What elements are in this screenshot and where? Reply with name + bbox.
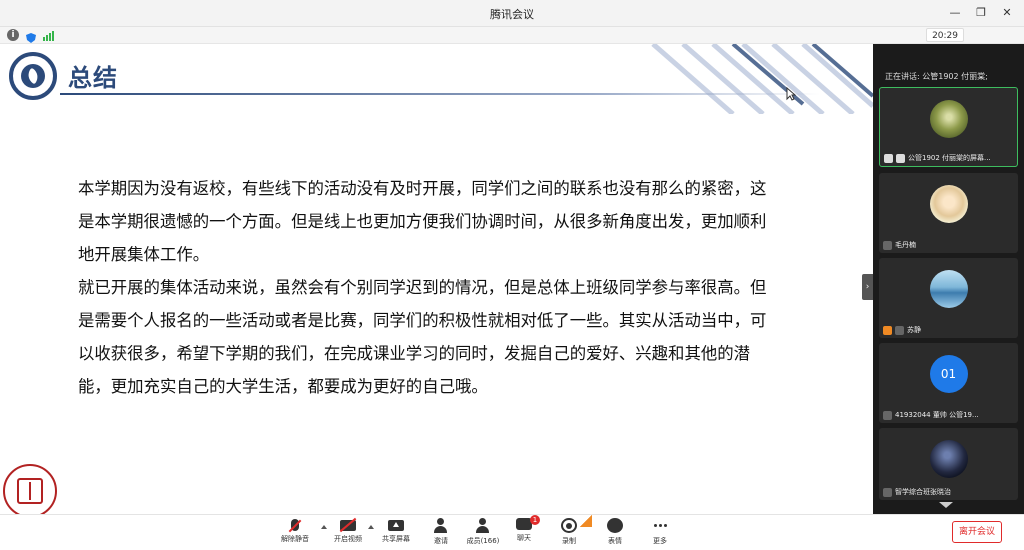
mic-muted-icon bbox=[883, 241, 892, 250]
participant-label: 毛丹楠 bbox=[883, 240, 1014, 251]
members-button[interactable]: 成员(166) bbox=[461, 518, 505, 550]
slide-paragraph: 就已开展的集体活动来说，虽然会有个别同学迟到的情况，但是总体上班级同学参与率很高… bbox=[78, 278, 767, 396]
avatar bbox=[929, 185, 968, 223]
more-label: 更多 bbox=[653, 537, 667, 545]
chat-label: 聊天 bbox=[517, 534, 531, 542]
mic-muted-icon bbox=[883, 411, 892, 420]
collapse-panel-handle[interactable]: › bbox=[862, 274, 873, 300]
mic-icon bbox=[896, 154, 905, 163]
emoji-button[interactable]: 表情 bbox=[593, 518, 637, 550]
participant-label: 公管1902 付丽棠的屏幕... bbox=[884, 153, 1013, 164]
participant-tile[interactable]: 智学综合班张晓治 bbox=[879, 428, 1018, 500]
camera-off-icon bbox=[340, 520, 356, 531]
invite-label: 邀请 bbox=[434, 537, 448, 545]
unmute-button[interactable]: 解除静音 bbox=[273, 518, 317, 550]
participant-label: 41932044 董帅 公管19... bbox=[883, 410, 1014, 421]
window-titlebar: 腾讯会议 — ❐ ✕ bbox=[0, 0, 1024, 27]
emoji-icon bbox=[607, 518, 623, 533]
participant-panel: 正在讲话: 公管1902 付丽棠; 公管1902 付丽棠的屏幕... 毛丹楠 苏… bbox=[873, 44, 1024, 514]
invite-button[interactable]: 邀请 bbox=[419, 518, 463, 550]
slide-body: 本学期因为没有返校，有些线下的活动没有及时开展，同学们之间的联系也没有那么的紧密… bbox=[78, 172, 778, 403]
window-title: 腾讯会议 bbox=[490, 8, 534, 21]
share-screen-icon bbox=[388, 520, 404, 531]
mouse-cursor-icon bbox=[786, 87, 796, 101]
participant-name: 苏静 bbox=[907, 326, 921, 334]
mic-muted-icon bbox=[895, 326, 904, 335]
members-icon bbox=[475, 518, 491, 533]
chat-button[interactable]: 1 聊天 bbox=[502, 515, 546, 550]
meeting-clock: 20:29 bbox=[926, 28, 964, 42]
window-controls: — ❐ ✕ bbox=[944, 4, 1018, 22]
mic-muted-icon bbox=[883, 488, 892, 497]
avatar: 01 bbox=[929, 355, 968, 393]
close-icon[interactable]: ✕ bbox=[996, 4, 1018, 22]
scroll-down-icon[interactable] bbox=[939, 502, 953, 508]
slide-paragraph: 本学期因为没有返校，有些线下的活动没有及时开展，同学们之间的联系也没有那么的紧密… bbox=[78, 179, 767, 264]
info-icon[interactable]: i bbox=[7, 29, 19, 41]
shared-screen: 总结 本学期因为没有返校，有些线下的活动没有及时开展，同学们之间的联系也没有那么… bbox=[0, 44, 873, 514]
share-screen-button[interactable]: 共享屏幕 bbox=[374, 518, 418, 550]
meeting-toolbar: 解除静音 开启视频 共享屏幕 邀请 成员(166) 1 聊天 录制 表情 更多 … bbox=[0, 514, 1024, 550]
participant-name: 41932044 董帅 公管19... bbox=[895, 411, 979, 419]
shield-icon[interactable] bbox=[25, 29, 37, 43]
restore-icon[interactable]: ❐ bbox=[970, 4, 992, 22]
active-speaker-label: 正在讲话: 公管1902 付丽棠; bbox=[885, 72, 988, 81]
record-button[interactable]: 录制 bbox=[547, 518, 591, 550]
participant-tile[interactable]: 公管1902 付丽棠的屏幕... bbox=[879, 87, 1018, 167]
more-button[interactable]: 更多 bbox=[638, 518, 682, 550]
avatar bbox=[929, 100, 968, 138]
participant-tile[interactable]: 苏静 bbox=[879, 258, 1018, 338]
unmute-label: 解除静音 bbox=[281, 535, 309, 543]
participant-tile[interactable]: 01 41932044 董帅 公管19... bbox=[879, 343, 1018, 423]
title-divider bbox=[60, 93, 820, 95]
share-screen-label: 共享屏幕 bbox=[382, 535, 410, 543]
start-video-button[interactable]: 开启视频 bbox=[326, 518, 370, 550]
members-label: 成员(166) bbox=[466, 537, 500, 545]
more-dots-icon bbox=[652, 518, 668, 533]
emoji-label: 表情 bbox=[608, 537, 622, 545]
slide-title: 总结 bbox=[68, 64, 118, 92]
participant-label: 苏静 bbox=[883, 325, 1014, 336]
leave-meeting-button[interactable]: 离开会议 bbox=[952, 521, 1002, 543]
record-icon bbox=[561, 518, 577, 533]
participant-tile[interactable]: 毛丹楠 bbox=[879, 173, 1018, 253]
screen-share-icon bbox=[884, 154, 893, 163]
participant-name: 智学综合班张晓治 bbox=[895, 488, 951, 496]
slide-decoration bbox=[651, 44, 873, 114]
participant-label: 智学综合班张晓治 bbox=[883, 487, 1014, 498]
avatar bbox=[929, 270, 968, 308]
minimize-icon[interactable]: — bbox=[944, 4, 966, 22]
host-icon bbox=[883, 326, 892, 335]
add-person-icon bbox=[433, 518, 449, 533]
slide-logo-icon bbox=[9, 52, 57, 100]
network-signal-icon[interactable] bbox=[43, 29, 55, 41]
avatar bbox=[929, 440, 968, 478]
university-seal-icon bbox=[3, 464, 57, 514]
record-label: 录制 bbox=[562, 537, 576, 545]
start-video-label: 开启视频 bbox=[334, 535, 362, 543]
meeting-info-bar: i 20:29 bbox=[0, 27, 1024, 44]
chat-unread-badge: 1 bbox=[530, 515, 540, 525]
mic-off-icon bbox=[291, 519, 299, 531]
participant-name: 毛丹楠 bbox=[895, 241, 916, 249]
participant-name: 公管1902 付丽棠的屏幕... bbox=[908, 154, 991, 162]
